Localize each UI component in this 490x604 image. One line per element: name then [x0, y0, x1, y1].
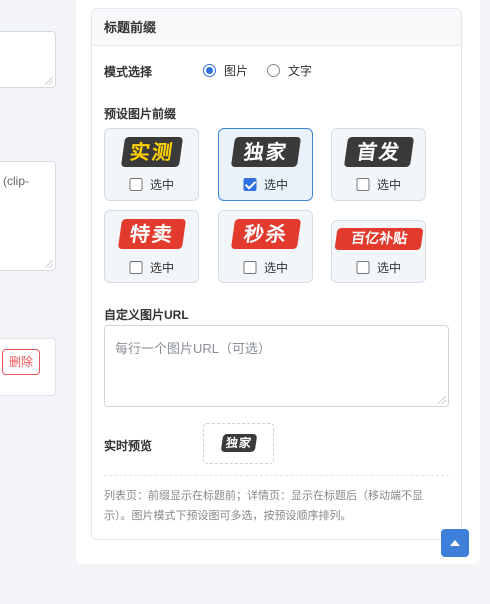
- delete-button[interactable]: 删除: [2, 349, 40, 375]
- preset-check[interactable]: 选中: [355, 176, 402, 193]
- preset-check[interactable]: 选中: [128, 176, 175, 193]
- preview-box: 独家: [203, 423, 274, 464]
- resize-grip-icon[interactable]: [45, 260, 53, 268]
- custom-url-label: 自定义图片URL: [104, 308, 189, 322]
- preset-check[interactable]: 选中: [242, 259, 289, 276]
- checkbox-label: 选中: [149, 261, 175, 275]
- temai-logo: 特卖: [117, 219, 186, 249]
- left-column: (clip- 删除: [0, 0, 64, 604]
- preset-tile-shice[interactable]: 实测 选中: [104, 128, 199, 201]
- checkbox[interactable]: [355, 261, 369, 274]
- mode-label: 模式选择: [104, 65, 153, 79]
- shice-logo: 实测: [120, 137, 183, 167]
- preview-logo: 独家: [220, 434, 257, 452]
- preset-tile-shoufa[interactable]: 首发 选中: [331, 128, 426, 201]
- checkbox-label: 选中: [376, 178, 402, 192]
- left-textarea-1[interactable]: [0, 31, 56, 88]
- radio-text[interactable]: 文字: [267, 62, 312, 78]
- resize-grip-icon[interactable]: [438, 396, 446, 404]
- checkbox[interactable]: [242, 261, 256, 274]
- presets-label: 预设图片前缀: [104, 107, 177, 121]
- radio-button-checked[interactable]: [203, 63, 216, 77]
- help-note: 列表页：前缀显示在标题前；详情页：显示在标题后（移动端不显示）。图片模式下预设图…: [104, 490, 423, 522]
- custom-url-placeholder: 每行一个图片URL（可选）: [115, 341, 272, 356]
- radio-button[interactable]: [267, 63, 280, 77]
- checkbox[interactable]: [128, 261, 142, 274]
- left-textarea-2[interactable]: (clip-: [0, 161, 56, 271]
- custom-url-textarea[interactable]: 每行一个图片URL（可选）: [104, 325, 449, 407]
- dujia-logo: 独家: [230, 137, 301, 167]
- checkbox-label: 选中: [149, 178, 175, 192]
- checkbox-checked[interactable]: [242, 178, 256, 191]
- checkbox-label: 选中: [263, 261, 289, 275]
- miaosha-logo: 秒杀: [230, 219, 301, 249]
- preview-label: 实时预览: [104, 439, 153, 453]
- resize-grip-icon[interactable]: [45, 77, 53, 85]
- preset-tile-temai[interactable]: 特卖 选中: [104, 210, 199, 283]
- radio-image[interactable]: 图片: [203, 62, 248, 78]
- checkbox-label: 选中: [263, 178, 289, 192]
- preset-tile-dujia[interactable]: 独家 选中: [218, 128, 313, 201]
- checkbox-label: 选中: [376, 261, 402, 275]
- preset-check[interactable]: 选中: [355, 259, 402, 276]
- back-to-top-button[interactable]: [441, 529, 469, 557]
- preset-check[interactable]: 选中: [242, 176, 289, 193]
- panel-title: 标题前缀: [92, 9, 461, 46]
- preset-check[interactable]: 选中: [128, 259, 175, 276]
- shoufa-logo: 首发: [343, 137, 414, 167]
- preset-tile-baiyibutie[interactable]: 百亿补贴 选中: [331, 220, 426, 283]
- radio-image-label: 图片: [224, 63, 249, 78]
- left-textarea-text: (clip-: [3, 174, 29, 188]
- baiyibutie-logo: 百亿补贴: [333, 228, 424, 250]
- checkbox[interactable]: [355, 178, 369, 191]
- divider: [104, 475, 449, 476]
- checkbox[interactable]: [128, 178, 142, 191]
- preset-tile-miaosha[interactable]: 秒杀 选中: [218, 210, 313, 283]
- radio-text-label: 文字: [288, 63, 313, 78]
